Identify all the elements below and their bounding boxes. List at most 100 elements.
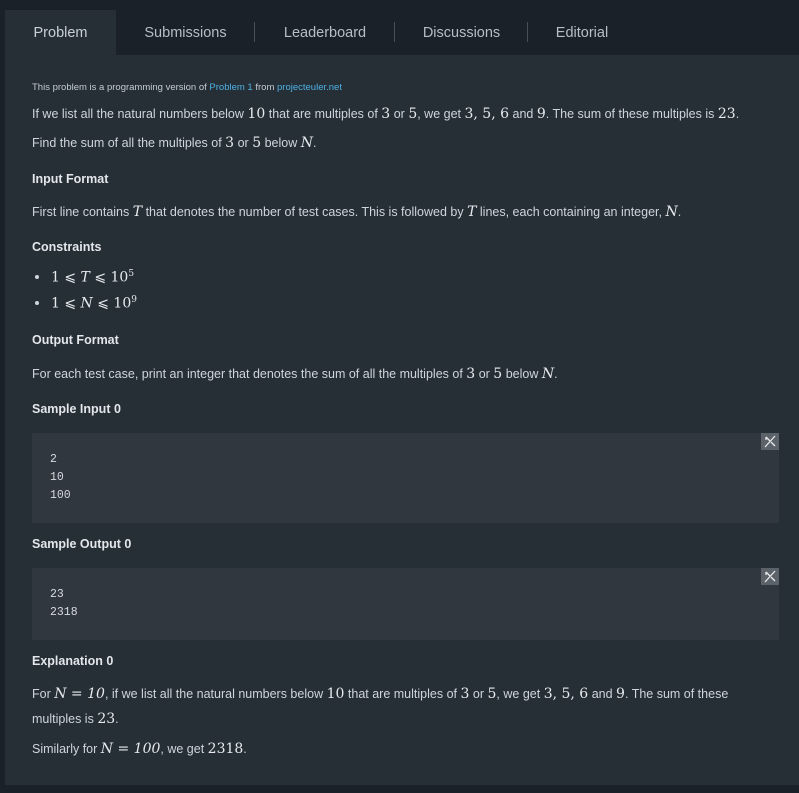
constraints-heading: Constraints — [32, 240, 102, 254]
tab-editorial-label: Editorial — [555, 24, 609, 41]
text: or — [472, 687, 485, 701]
tab-editorial[interactable]: Editorial — [528, 10, 636, 55]
text: and — [512, 107, 534, 121]
input-format-text: First line contains T that denotes the n… — [32, 200, 681, 225]
text: For — [32, 687, 51, 701]
math: 23 — [97, 711, 116, 727]
bullet-dot — [35, 275, 39, 280]
text: or — [393, 107, 405, 121]
text: below — [264, 136, 298, 150]
text: . — [313, 136, 317, 150]
sample-input-code: 2 10 100 — [50, 453, 71, 502]
math: ⩽ 10 — [89, 269, 129, 286]
math: 3 — [225, 135, 235, 151]
constraint-math: 1 ⩽ N ⩽ 109 — [51, 295, 137, 312]
math: N — [541, 366, 555, 382]
tab-submissions[interactable]: Submissions — [116, 10, 255, 55]
math: 10 — [247, 106, 266, 122]
text: . — [115, 712, 119, 726]
math: T — [80, 269, 90, 286]
text: . — [243, 742, 247, 756]
math: N = 100 — [100, 741, 161, 757]
output-format-text: For each test case, print an integer tha… — [32, 362, 558, 387]
text: . — [554, 367, 558, 381]
math: 5 — [408, 106, 418, 122]
sample-input-block: 2 10 100 — [32, 433, 779, 523]
math: 3 — [466, 366, 476, 382]
explanation-line: Similarly for N = 100, we get 2318. — [32, 737, 247, 762]
text: For each test case, print an integer tha… — [32, 367, 463, 381]
sample-output-code: 23 2318 — [50, 588, 78, 619]
math: 9 — [536, 106, 546, 122]
source-note: This problem is a programming version of… — [32, 82, 342, 93]
math: 3 — [381, 106, 391, 122]
text: multiples is — [32, 712, 94, 726]
text: and — [591, 687, 613, 701]
text: lines, each containing an integer, — [479, 205, 662, 219]
math: 3, 5, 6 — [543, 686, 589, 702]
sample-output-heading: Sample Output 0 — [32, 537, 132, 551]
math: 23 — [717, 106, 736, 122]
text: that denotes the number of test cases. T… — [145, 205, 464, 219]
exponent: 9 — [131, 295, 137, 305]
text: that are multiples of — [268, 107, 378, 121]
text: , we get — [417, 107, 462, 121]
problem-panel: This problem is a programming version of… — [5, 55, 799, 785]
text: Find the sum of all the multiples of — [32, 136, 222, 150]
explanation-line: For N = 10, if we list all the natural n… — [32, 682, 728, 707]
text: that are multiples of — [347, 687, 457, 701]
text: , we get — [160, 742, 205, 756]
constraint-item: 1 ⩽ N ⩽ 109 — [32, 295, 137, 312]
tab-discussions[interactable]: Discussions — [395, 10, 528, 55]
math: 9 — [616, 686, 625, 702]
intro-paragraph: If we list all the natural numbers below… — [32, 102, 739, 127]
page-bottom — [0, 785, 799, 793]
math: T — [467, 204, 477, 220]
problem-tabs: Problem Submissions Leaderboard Discussi… — [5, 10, 799, 55]
text: . — [735, 107, 740, 121]
text: or — [478, 367, 490, 381]
sample-input-heading: Sample Input 0 — [32, 402, 121, 416]
copy-icon[interactable] — [761, 568, 779, 585]
text: , if we list all the natural numbers bel… — [104, 687, 324, 701]
copy-icon[interactable] — [761, 433, 779, 450]
constraint-math: 1 ⩽ T ⩽ 105 — [51, 269, 134, 286]
math: 3, 5, 6 — [464, 106, 510, 122]
text: , we get — [496, 687, 541, 701]
task-paragraph: Find the sum of all the multiples of 3 o… — [32, 131, 316, 156]
text: or — [237, 136, 249, 150]
output-format-heading: Output Format — [32, 333, 119, 347]
tab-leaderboard[interactable]: Leaderboard — [255, 10, 395, 55]
tab-problem[interactable]: Problem — [5, 10, 116, 55]
math: 3 — [460, 686, 470, 702]
math: 1 ⩽ — [51, 269, 81, 286]
copy-icon-glyph — [764, 570, 776, 583]
input-format-heading: Input Format — [32, 172, 109, 186]
math: N = 10 — [54, 686, 105, 702]
explanation-heading: Explanation 0 — [32, 654, 114, 668]
note-text: This problem is a programming version of — [32, 82, 207, 93]
text: . The sum of these — [624, 687, 729, 701]
tab-problem-label: Problem — [33, 24, 88, 41]
projecteuler-link[interactable]: projecteuler.net — [277, 82, 342, 93]
copy-icon-glyph — [764, 435, 776, 448]
math: ⩽ 10 — [92, 295, 132, 312]
math: 1 ⩽ — [51, 295, 81, 312]
text: First line contains — [32, 205, 130, 219]
text: below — [505, 367, 539, 381]
math: N — [665, 204, 678, 220]
math: 10 — [326, 686, 345, 702]
math: 5 — [252, 135, 262, 151]
problem-1-link[interactable]: Problem 1 — [209, 82, 252, 93]
text: . — [677, 205, 682, 219]
math: N — [80, 295, 93, 312]
explanation-line: multiples is 23. — [32, 707, 119, 732]
math: 2318 — [207, 741, 244, 757]
math: 5 — [493, 366, 503, 382]
bullet-dot — [35, 301, 39, 306]
sample-output-block: 23 2318 — [32, 568, 779, 640]
constraint-item: 1 ⩽ T ⩽ 105 — [32, 269, 134, 286]
math: N — [300, 135, 313, 151]
text: If we list all the natural numbers below — [32, 107, 244, 121]
tab-discussions-label: Discussions — [422, 24, 501, 41]
